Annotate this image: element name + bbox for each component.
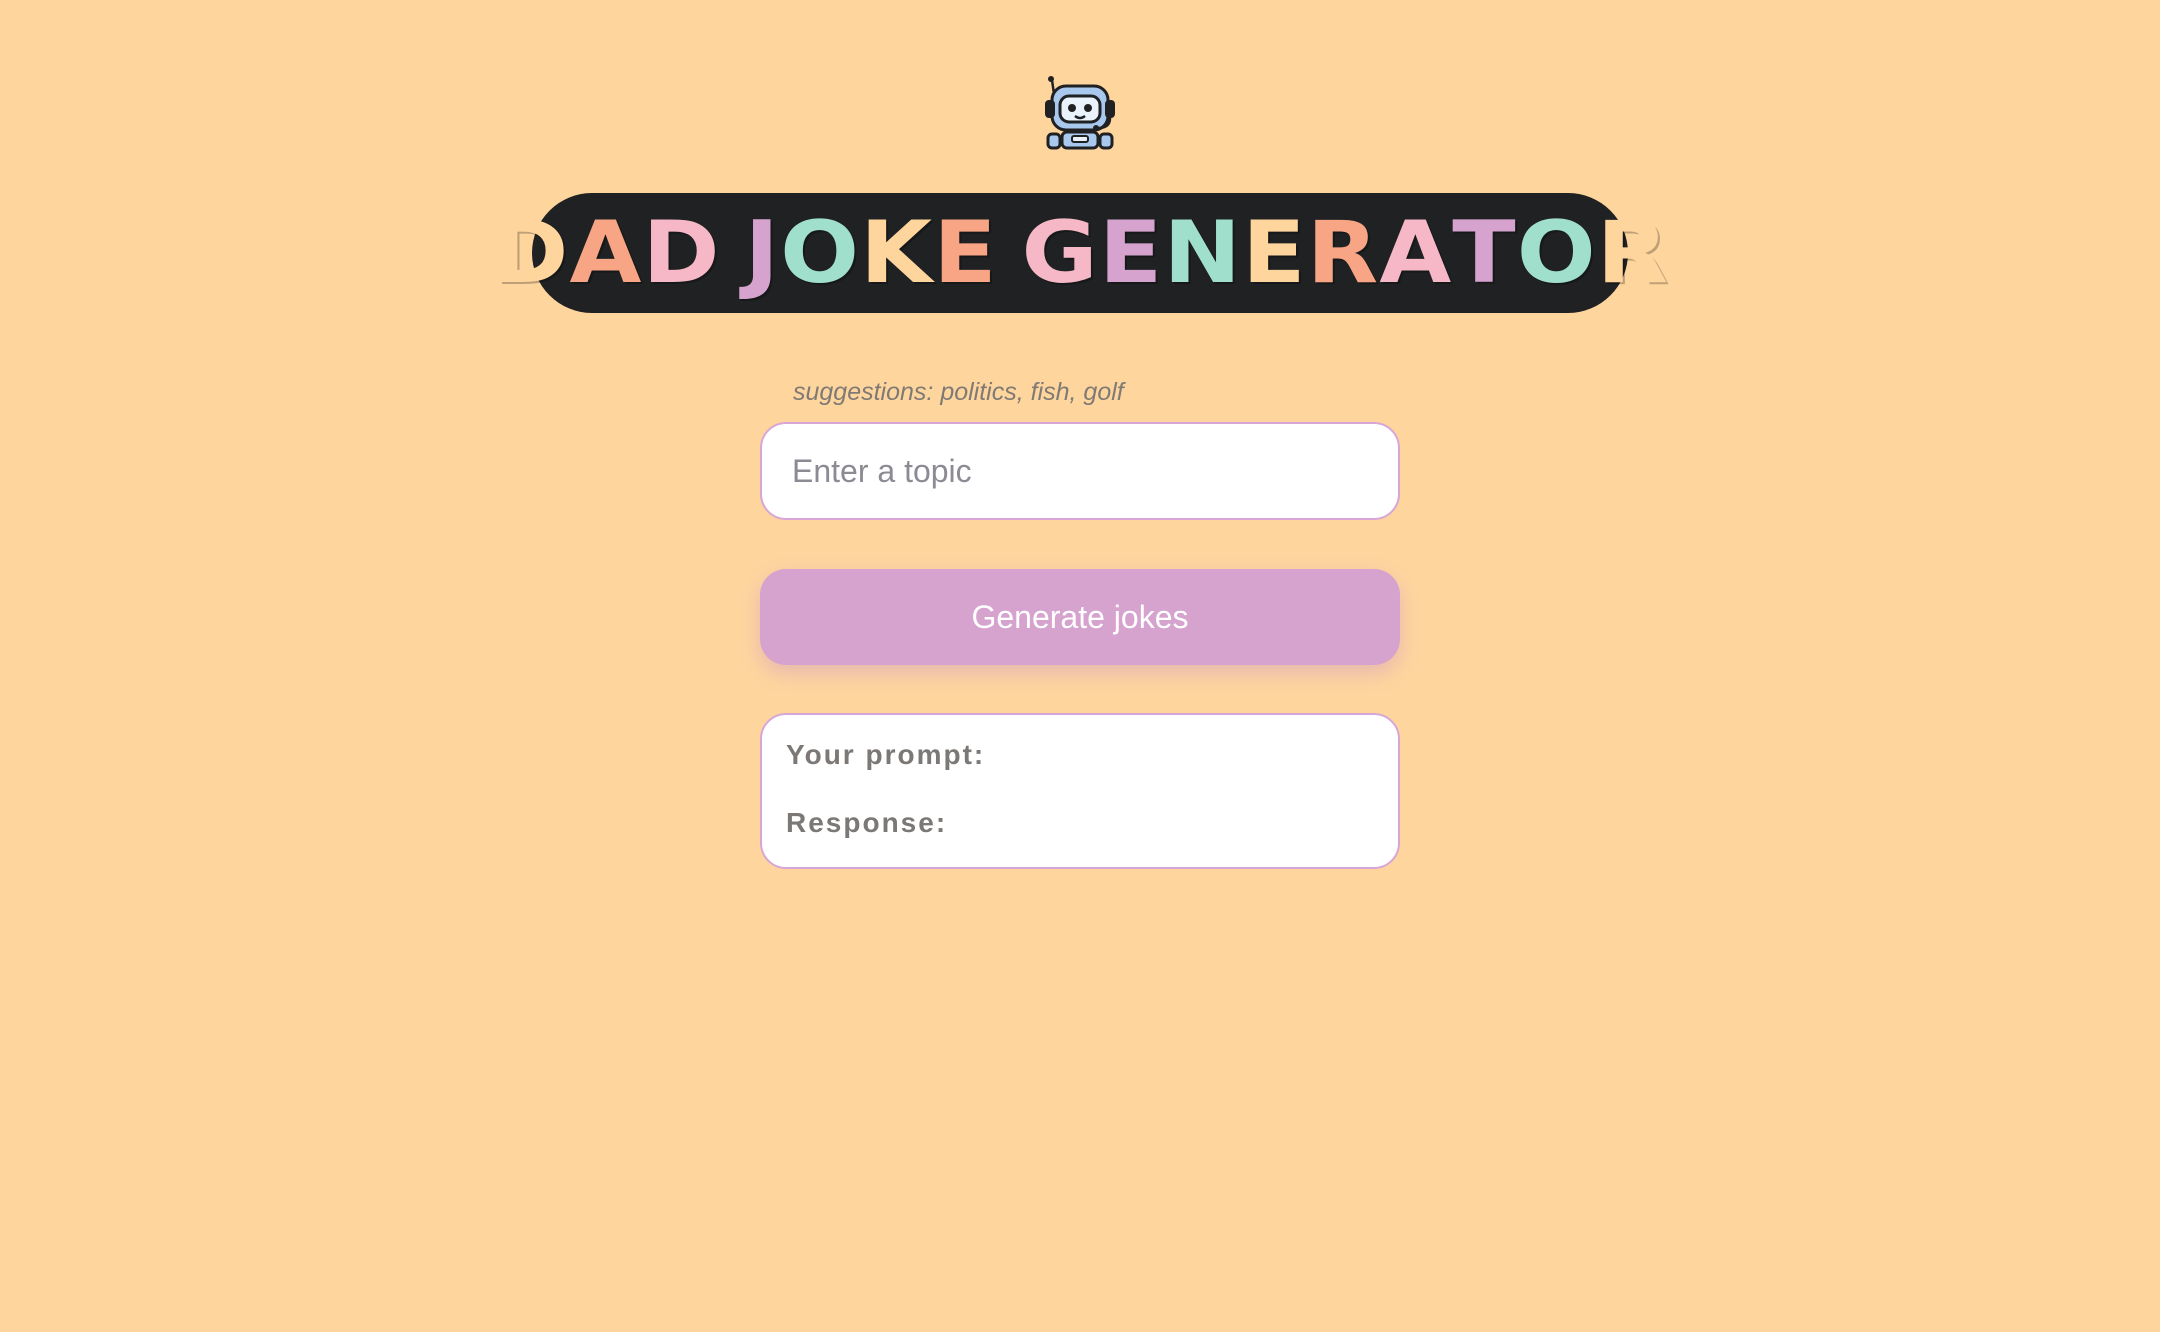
title-letter: E — [932, 203, 998, 303]
title-letter: O — [779, 203, 860, 303]
title-letter — [997, 210, 1021, 296]
title-letter: K — [859, 203, 933, 303]
title-letter: E — [1241, 203, 1307, 303]
robot-icon — [1040, 74, 1120, 150]
title-letter: D — [490, 203, 570, 303]
title-letter: T — [1451, 203, 1517, 303]
generate-jokes-button[interactable]: Generate jokes — [760, 569, 1400, 665]
topic-input[interactable] — [760, 422, 1400, 520]
title-letter: A — [1378, 203, 1452, 303]
result-panel: Your prompt: Response: — [760, 713, 1400, 869]
page-title: DAD JOKE GENERATOR — [491, 210, 1669, 296]
response-label: Response: — [786, 807, 948, 838]
title-letter: J — [744, 203, 780, 303]
title-letter: E — [1098, 203, 1163, 303]
page-title-banner: DAD JOKE GENERATOR — [491, 193, 1668, 313]
title-letter — [720, 210, 744, 296]
title-letter: R — [1306, 203, 1379, 303]
title-letter: D — [642, 203, 721, 303]
title-letter: N — [1162, 203, 1242, 303]
title-letter: R — [1596, 203, 1670, 303]
prompt-label: Your prompt: — [786, 739, 986, 770]
title-letter: O — [1516, 203, 1597, 303]
title-letter: A — [569, 203, 643, 303]
title-letter: G — [1021, 203, 1099, 303]
suggestions-hint: suggestions: politics, fish, golf — [793, 378, 1124, 406]
